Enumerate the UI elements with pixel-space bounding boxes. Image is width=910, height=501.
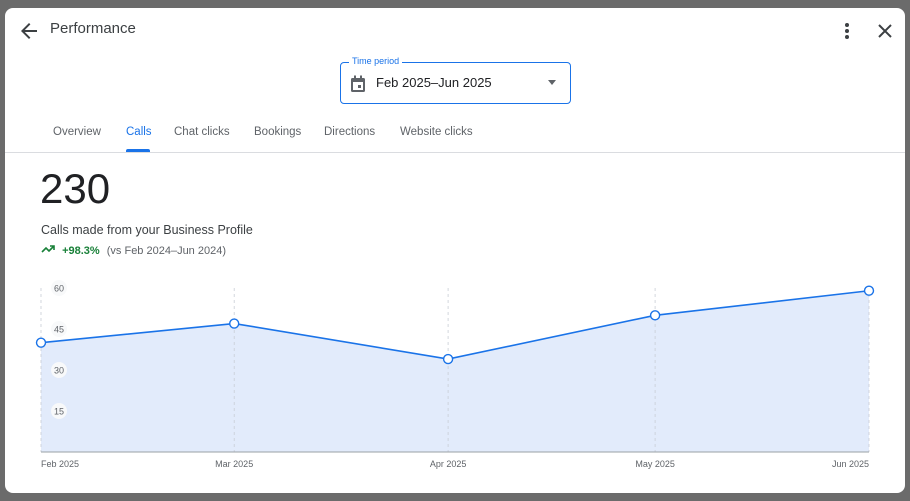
x-tick-label: Jun 2025 bbox=[832, 459, 869, 469]
data-point bbox=[35, 337, 47, 348]
y-tick-label: 15 bbox=[54, 407, 64, 417]
x-tick-label: May 2025 bbox=[635, 459, 675, 469]
x-tick-label: Mar 2025 bbox=[215, 459, 253, 469]
data-point bbox=[228, 318, 240, 329]
calls-chart: 60 45 30 15 Feb 2025 Mar 2025 Apr 2025 May 2025… bbox=[35, 280, 875, 469]
y-tick-label: 60 bbox=[54, 284, 64, 294]
performance-dialog: Performance Time period Feb 2025–Jun 202… bbox=[5, 8, 905, 493]
area-fill bbox=[41, 290, 869, 452]
y-tick-label: 30 bbox=[54, 366, 64, 376]
data-point bbox=[649, 310, 661, 321]
data-point bbox=[863, 285, 875, 296]
x-tick-label: Apr 2025 bbox=[430, 459, 467, 469]
y-tick-label: 45 bbox=[54, 325, 64, 335]
x-tick-label: Feb 2025 bbox=[41, 459, 79, 469]
data-point bbox=[442, 353, 454, 365]
